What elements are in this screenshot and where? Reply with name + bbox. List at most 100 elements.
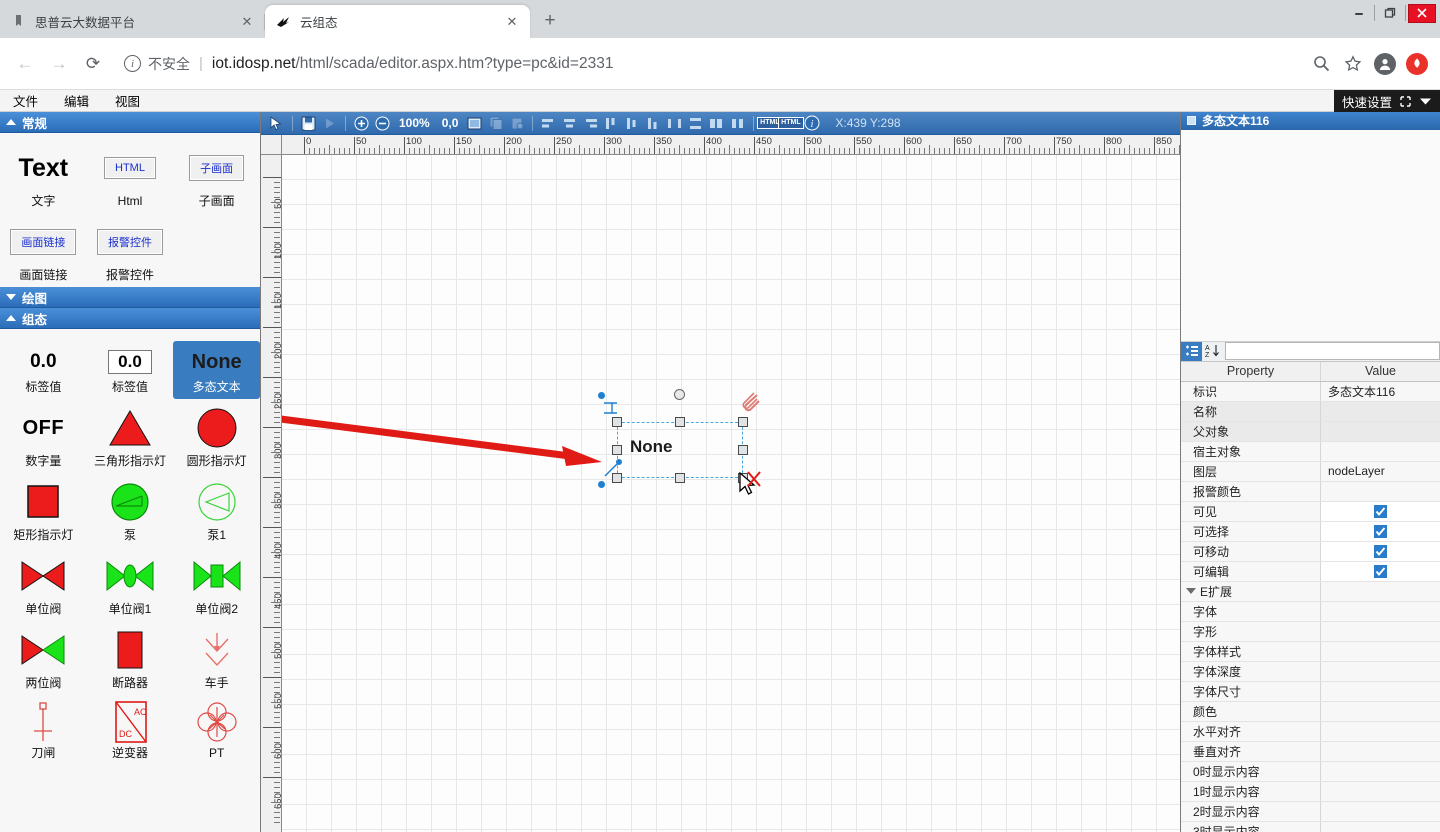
save-icon[interactable]: [299, 114, 318, 133]
star-icon[interactable]: [1338, 49, 1368, 79]
property-value[interactable]: [1321, 662, 1440, 681]
palette-item-pump1[interactable]: 泵1: [173, 473, 260, 547]
property-row[interactable]: 0时显示内容: [1181, 762, 1440, 782]
property-value[interactable]: [1321, 822, 1440, 832]
property-row[interactable]: 图层nodeLayer: [1181, 462, 1440, 482]
property-value[interactable]: [1321, 422, 1440, 441]
rotate-handle[interactable]: [674, 389, 685, 400]
palette-item-valve[interactable]: 单位阀: [0, 547, 87, 621]
fit-screen-icon[interactable]: [465, 114, 484, 133]
property-row[interactable]: 垂直对齐: [1181, 742, 1440, 762]
resize-handle-ne[interactable]: [738, 417, 748, 427]
chevron-down-icon[interactable]: [1186, 588, 1196, 594]
resize-handle-w[interactable]: [612, 445, 622, 455]
property-filter-input[interactable]: [1225, 342, 1440, 360]
property-value[interactable]: [1321, 562, 1440, 581]
property-value[interactable]: [1321, 542, 1440, 561]
zoom-icon[interactable]: [1306, 49, 1336, 79]
palette-item-multistate-text[interactable]: None 多态文本: [173, 341, 260, 399]
minimize-icon[interactable]: [1344, 2, 1374, 24]
distribute-horizontal-icon[interactable]: [665, 114, 684, 133]
property-value[interactable]: [1321, 642, 1440, 661]
property-row[interactable]: 可选择: [1181, 522, 1440, 542]
property-value[interactable]: [1321, 482, 1440, 501]
sort-alpha-icon[interactable]: A Z: [1202, 342, 1223, 361]
close-icon[interactable]: ✕: [504, 14, 520, 30]
align-top-icon[interactable]: [602, 114, 621, 133]
property-value[interactable]: 多态文本116: [1321, 382, 1440, 401]
palette-item-digital[interactable]: OFF 数字量: [0, 399, 87, 473]
property-row[interactable]: 字体: [1181, 602, 1440, 622]
align-bottom-icon[interactable]: [644, 114, 663, 133]
property-value[interactable]: [1321, 762, 1440, 781]
group-icon[interactable]: [707, 114, 726, 133]
ungroup-icon[interactable]: [728, 114, 747, 133]
property-row[interactable]: 标识多态文本116: [1181, 382, 1440, 402]
palette-section-compose[interactable]: 组态: [0, 308, 260, 329]
resize-handle-n[interactable]: [675, 417, 685, 427]
resize-handle-e[interactable]: [738, 445, 748, 455]
zoom-out-icon[interactable]: [373, 114, 392, 133]
palette-item-triangle-lamp[interactable]: 三角形指示灯: [87, 399, 174, 473]
property-row[interactable]: E扩展: [1181, 582, 1440, 602]
zoom-level[interactable]: 100%: [394, 116, 435, 130]
menu-item-view[interactable]: 视图: [102, 90, 153, 112]
copy-icon[interactable]: [486, 114, 505, 133]
property-row[interactable]: 字形: [1181, 622, 1440, 642]
property-row[interactable]: 颜色: [1181, 702, 1440, 722]
palette-item-pt[interactable]: PT: [173, 695, 260, 765]
property-row[interactable]: 可移动: [1181, 542, 1440, 562]
property-row[interactable]: 字体尺寸: [1181, 682, 1440, 702]
paste-icon[interactable]: [507, 114, 526, 133]
palette-section-general[interactable]: 常规: [0, 112, 260, 133]
resize-handle-s[interactable]: [675, 473, 685, 483]
resize-handle-nw[interactable]: [612, 417, 622, 427]
link-anchor-top[interactable]: [598, 392, 605, 399]
property-row[interactable]: 水平对齐: [1181, 722, 1440, 742]
property-row[interactable]: 名称: [1181, 402, 1440, 422]
html-import-icon[interactable]: HTML: [781, 114, 800, 133]
connector-icon[interactable]: [602, 399, 622, 417]
chevron-down-icon[interactable]: [1419, 97, 1432, 106]
browser-tab-2[interactable]: 云组态 ✕: [265, 5, 530, 38]
align-right-icon[interactable]: [581, 114, 600, 133]
property-row[interactable]: 可编辑: [1181, 562, 1440, 582]
palette-item-breaker[interactable]: 断路器: [87, 621, 174, 695]
palette-item-pump[interactable]: 泵: [87, 473, 174, 547]
property-value[interactable]: [1321, 522, 1440, 541]
palette-item-tagvalue[interactable]: 0.0 标签值: [0, 341, 87, 399]
palette-item-text[interactable]: Text 文字: [0, 139, 87, 213]
info-icon[interactable]: i: [802, 114, 821, 133]
profile-icon[interactable]: [1370, 49, 1400, 79]
property-value[interactable]: [1321, 442, 1440, 461]
palette-item-subscreen[interactable]: 子画面 子画面: [173, 139, 260, 213]
palette-item-handcart[interactable]: 车手: [173, 621, 260, 695]
property-row[interactable]: 可见: [1181, 502, 1440, 522]
property-value[interactable]: [1321, 782, 1440, 801]
align-left-icon[interactable]: [539, 114, 558, 133]
palette-item-circle-lamp[interactable]: 圆形指示灯: [173, 399, 260, 473]
palette-item-html[interactable]: HTML Html: [87, 139, 174, 213]
categorize-icon[interactable]: [1181, 342, 1202, 361]
palette-item-valve2[interactable]: 单位阀2: [173, 547, 260, 621]
palette-item-rect-lamp[interactable]: 矩形指示灯: [0, 473, 87, 547]
property-value[interactable]: [1321, 722, 1440, 741]
palette-item-screenlink[interactable]: 画面链接 画面链接: [0, 213, 87, 287]
maximize-icon[interactable]: [1375, 2, 1405, 24]
checkbox-checked-icon[interactable]: [1374, 505, 1387, 518]
pointer-icon[interactable]: [267, 114, 286, 133]
forward-button[interactable]: →: [42, 47, 76, 81]
palette-item-alarmwidget[interactable]: 报警控件 报警控件: [87, 213, 174, 287]
property-value[interactable]: [1321, 622, 1440, 641]
palette-item-two-position-valve[interactable]: 两位阀: [0, 621, 87, 695]
property-row[interactable]: 父对象: [1181, 422, 1440, 442]
align-center-icon[interactable]: [560, 114, 579, 133]
browser-tab-1[interactable]: 思普云大数据平台 ✕: [0, 5, 265, 38]
property-row[interactable]: 报警颜色: [1181, 482, 1440, 502]
move-icon[interactable]: [1399, 95, 1412, 108]
palette-section-draw[interactable]: 绘图: [0, 287, 260, 308]
property-value[interactable]: [1321, 402, 1440, 421]
property-row[interactable]: 宿主对象: [1181, 442, 1440, 462]
property-value[interactable]: [1321, 802, 1440, 821]
reload-button[interactable]: ⟳: [76, 47, 110, 81]
